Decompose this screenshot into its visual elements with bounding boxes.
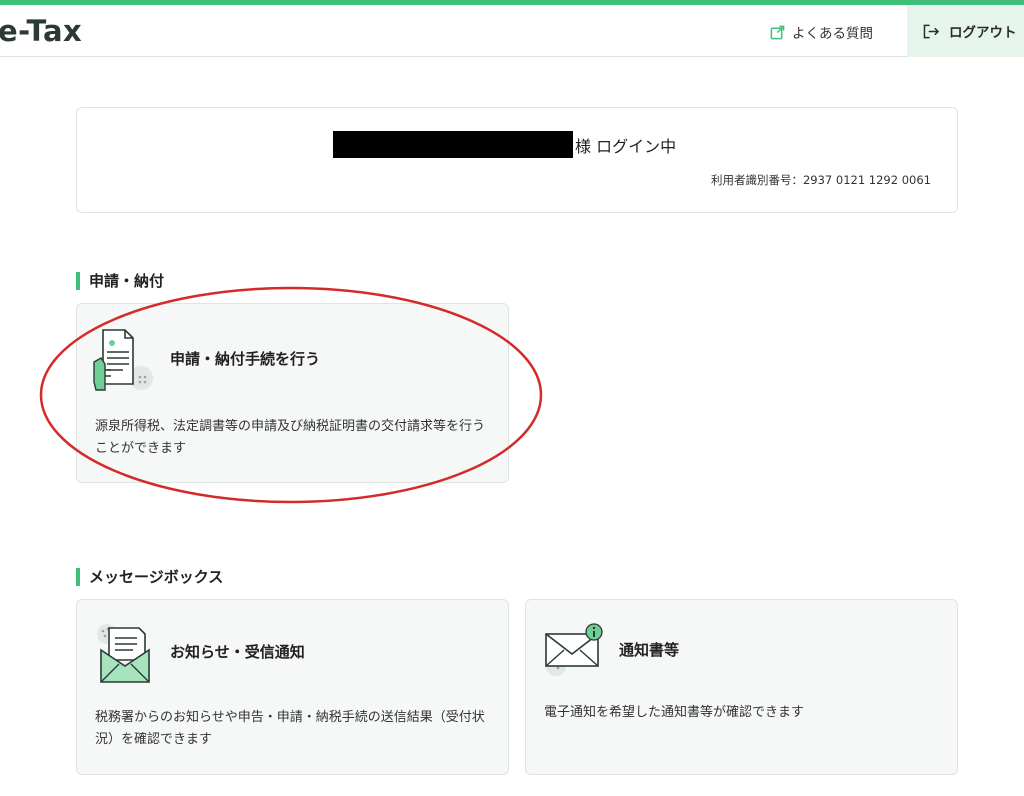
section-title-message-box: メッセージボックス xyxy=(76,566,223,587)
faq-label: よくある質問 xyxy=(792,26,873,42)
section-accent-bar xyxy=(76,567,80,586)
logout-arrow-icon xyxy=(923,24,940,38)
login-status: 様 ログイン中 xyxy=(575,137,677,156)
notices-card[interactable]: お知らせ・受信通知 税務署からのお知らせや申告・申請・納税手続の送信結果（受付状… xyxy=(76,599,509,775)
etax-logo[interactable]: e-Tax xyxy=(0,14,82,48)
section-accent-bar xyxy=(76,271,80,290)
redacted-username xyxy=(333,131,573,158)
section-title-text: メッセージボックス xyxy=(89,568,224,586)
notifications-card-description: 電子通知を希望した通知書等が確認できます xyxy=(544,705,805,720)
logout-label: ログアウト xyxy=(949,25,1017,41)
user-info-panel: 様 ログイン中 利用者識別番号：2937 0121 1292 0061 xyxy=(76,107,958,213)
faq-link[interactable]: よくある質問 xyxy=(770,22,873,42)
notifications-card[interactable]: 通知書等 電子通知を希望した通知書等が確認できます xyxy=(525,599,958,775)
notices-card-title: お知らせ・受信通知 xyxy=(170,643,305,661)
notifications-card-title: 通知書等 xyxy=(619,641,680,659)
application-card-title: 申請・納付手続を行う xyxy=(170,350,321,368)
user-id-number: 利用者識別番号：2937 0121 1292 0061 xyxy=(710,173,931,187)
document-hand-icon xyxy=(93,329,153,391)
external-link-icon xyxy=(770,25,785,39)
logout-button[interactable]: ログアウト xyxy=(907,5,1024,57)
section-title-text: 申請・納付 xyxy=(89,272,165,290)
application-card-description: 源泉所得税、法定調書等の申請及び納税証明書の交付請求等を行うことができます xyxy=(95,419,486,456)
header: e-Tax よくある質問 ログアウト xyxy=(0,5,1024,57)
envelope-info-icon xyxy=(545,623,603,676)
envelope-letter-icon xyxy=(97,624,150,683)
notices-card-description: 税務署からのお知らせや申告・申請・納税手続の送信結果（受付状況）を確認できます xyxy=(95,710,485,747)
application-card[interactable]: 申請・納付手続を行う 源泉所得税、法定調書等の申請及び納税証明書の交付請求等を行… xyxy=(76,303,509,483)
section-title-application: 申請・納付 xyxy=(76,270,164,291)
